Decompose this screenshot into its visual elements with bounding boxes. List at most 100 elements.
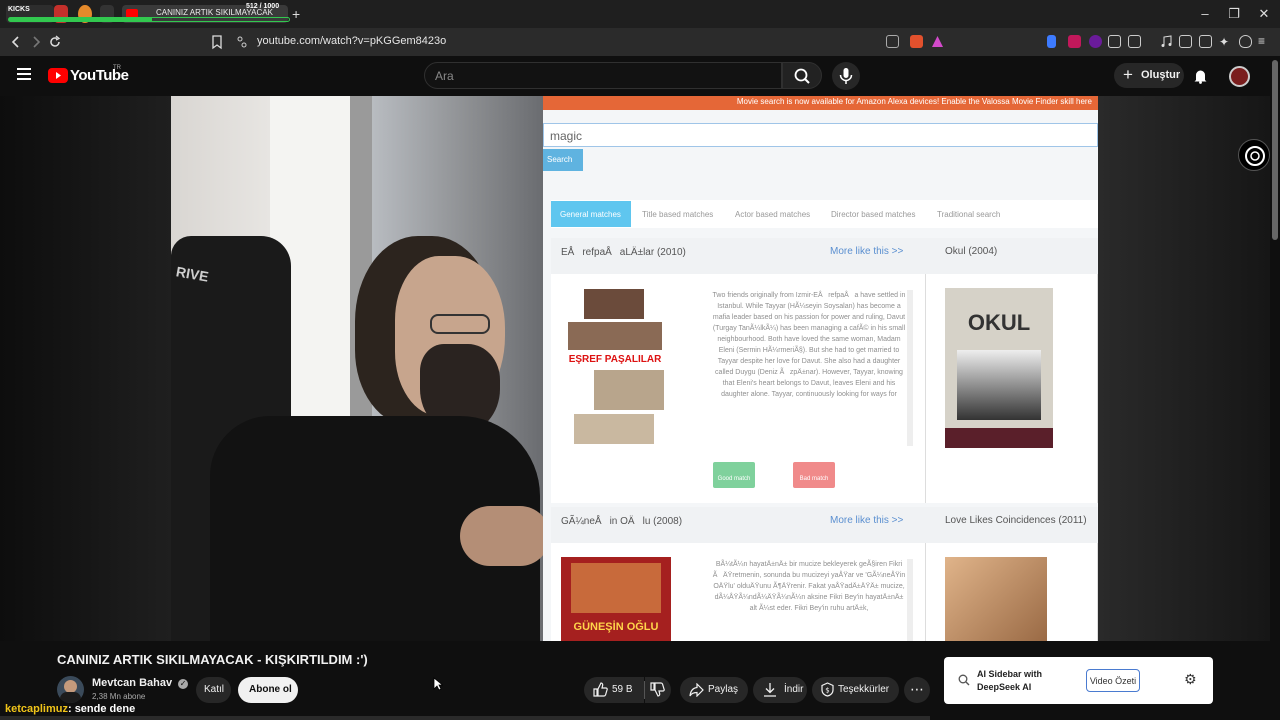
sidebar-icon[interactable]: [1179, 35, 1192, 48]
channel-name-text: Mevtcan Bahav: [92, 677, 173, 689]
movie-poster: [945, 557, 1047, 641]
poster-photo: [574, 414, 654, 444]
extension-icon[interactable]: [1047, 35, 1056, 48]
minimize-icon[interactable]: –: [1197, 6, 1213, 22]
ai-sidebar-panel: AI Sidebar with DeepSeek AI Video Özeti …: [944, 657, 1213, 704]
subscribe-button[interactable]: Abone ol: [238, 677, 298, 703]
ai-sidebar-title: AI Sidebar with DeepSeek AI: [977, 668, 1042, 694]
bookmark-icon[interactable]: [209, 34, 225, 50]
subscriber-count: 2,38 Mn abone: [92, 692, 146, 701]
create-label: Oluştur: [1141, 69, 1181, 81]
extension-icon[interactable]: [1068, 35, 1081, 48]
hamburger-menu-icon[interactable]: [17, 68, 31, 80]
plot-text: Two friends originally from Izmir-EÅref…: [712, 292, 906, 398]
channel-avatar[interactable]: [57, 676, 84, 703]
rewards-icon[interactable]: [931, 35, 944, 48]
side-result-title: Okul (2004): [945, 246, 998, 257]
like-button[interactable]: 59 B: [584, 677, 644, 703]
wallet-icon[interactable]: [1199, 35, 1212, 48]
bad-match-button: Bad match: [793, 462, 835, 488]
plot-text: BÃ¼tÃ¼n hayatÄ±nÄ± bir mucize bekleyerek…: [712, 561, 906, 612]
join-button[interactable]: Katıl: [196, 677, 231, 703]
cast-icon[interactable]: [886, 35, 899, 48]
ai-sidebar-title-line1: AI Sidebar with: [977, 669, 1043, 679]
gear-icon[interactable]: ⚙: [1184, 672, 1197, 686]
avatar[interactable]: [1229, 66, 1250, 87]
extension-icon[interactable]: [1128, 35, 1141, 48]
movie-search-input: magic: [543, 123, 1098, 147]
svg-text:$: $: [825, 687, 829, 695]
chat-message: ketcaplimuz: sende dene: [5, 703, 135, 715]
brave-shield-icon[interactable]: [910, 35, 923, 48]
channel-name[interactable]: Mevtcan Bahav ✓: [92, 677, 189, 689]
share-icon: [689, 683, 704, 697]
more-like-this-link: More like this >>: [830, 515, 904, 526]
search-input[interactable]: Ara: [424, 62, 782, 89]
search-button[interactable]: [782, 62, 822, 89]
share-label: Paylaş: [708, 684, 739, 695]
plot-scrollbar: [907, 559, 913, 641]
ai-icon[interactable]: ✦: [1219, 35, 1232, 49]
progress-fill: [9, 18, 152, 21]
music-icon[interactable]: [1160, 35, 1173, 48]
youtube-logo-icon[interactable]: [48, 68, 68, 83]
more-actions-icon[interactable]: ⋯: [904, 677, 930, 703]
ai-sidebar-title-line2: DeepSeek AI: [977, 682, 1032, 692]
mouse-cursor-icon: [433, 677, 443, 691]
result-tabs-bar: [551, 200, 1098, 228]
address-bar-row: [0, 28, 1280, 56]
result-title: GÃ¼neÅin OÄlu (2008): [561, 516, 683, 527]
poster-photo: [584, 289, 644, 319]
verified-icon: ✓: [178, 679, 189, 689]
movie-poster: EŞREF PAŞALILAR: [564, 286, 666, 448]
movie-search-button: Search: [543, 149, 583, 171]
close-icon[interactable]: ✕: [1256, 6, 1272, 22]
video-person-arm: [460, 506, 550, 566]
tab-general-matches: General matches: [551, 201, 631, 227]
video-summary-button[interactable]: Video Özeti: [1086, 669, 1140, 692]
reload-icon[interactable]: [47, 34, 63, 50]
chat-text: : sende dene: [67, 703, 136, 715]
menu-icon[interactable]: ≡: [1258, 35, 1271, 48]
download-label: İndir: [784, 684, 804, 695]
tab-title-matches: Title based matches: [642, 210, 714, 219]
extension-icon[interactable]: [1089, 35, 1102, 48]
ai-search-icon: [958, 674, 970, 686]
download-icon: [763, 682, 777, 697]
url-text[interactable]: youtube.com/watch?v=pKGGem8423o: [257, 35, 446, 47]
vpn-icon[interactable]: [1239, 35, 1252, 48]
movie-poster: OKUL: [945, 288, 1053, 448]
ai-assistant-icon[interactable]: [1238, 139, 1270, 171]
download-button[interactable]: İndir: [753, 677, 807, 703]
tab-traditional-search: Traditional search: [937, 210, 1001, 219]
page-scrollbar[interactable]: [1272, 60, 1278, 240]
thanks-button[interactable]: $ Teşekkürler: [812, 677, 899, 703]
poster-photo: [957, 350, 1041, 420]
alexa-banner: Movie search is now available for Amazon…: [543, 96, 1098, 110]
thumbs-down-icon: [650, 682, 665, 697]
like-count: 59 B: [612, 684, 633, 695]
progress-bar: [8, 17, 290, 22]
poster-photo: [568, 322, 662, 350]
microphone-icon[interactable]: [832, 62, 860, 90]
plus-icon[interactable]: +: [292, 6, 300, 22]
plot-scrollbar: [907, 290, 913, 446]
forward-icon[interactable]: [28, 34, 44, 50]
site-settings-icon[interactable]: [234, 34, 250, 50]
chat-user: ketcaplimuz: [5, 703, 68, 715]
back-icon[interactable]: [8, 34, 24, 50]
maximize-icon[interactable]: ❐: [1226, 6, 1242, 22]
video-title: CANINIZ ARTIK SIKILMAYACAK - KIŞKIRTILDI…: [57, 652, 368, 667]
share-button[interactable]: Paylaş: [680, 677, 748, 703]
region-code: TR: [113, 65, 121, 71]
poster-title: EŞREF PAŞALILAR: [568, 354, 662, 365]
create-button[interactable]: + Oluştur: [1114, 63, 1184, 88]
tab-director-matches: Director based matches: [831, 210, 916, 219]
tab-actor-matches: Actor based matches: [735, 210, 811, 219]
notifications-bell-icon[interactable]: [1193, 68, 1208, 84]
dislike-button[interactable]: [645, 677, 671, 703]
poster-title: GÜNEŞİN OĞLU: [573, 621, 659, 633]
extensions-puzzle-icon[interactable]: [1108, 35, 1121, 48]
video-person-glasses: [430, 314, 490, 334]
horizontal-scrollbar[interactable]: [0, 716, 930, 720]
